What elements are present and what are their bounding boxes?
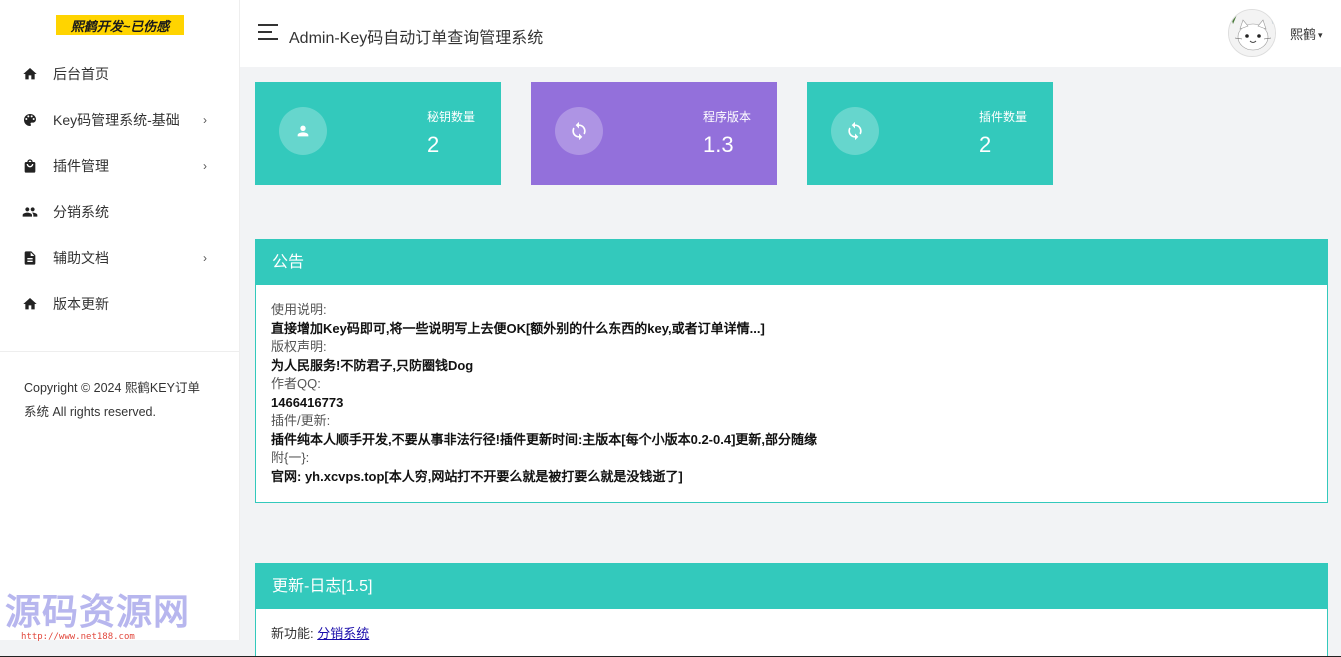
stat-value: 2	[979, 132, 992, 157]
sidebar-item-label: 插件管理	[53, 158, 109, 174]
sidebar-item-label: Key码管理系统-基础	[53, 112, 180, 128]
sidebar-item-label: 版本更新	[53, 296, 109, 312]
sidebar-item-version-update[interactable]: 版本更新	[0, 281, 240, 327]
changelog-title: 更新-日志[1.5]	[256, 564, 1327, 609]
chevron-right-icon: ›	[203, 251, 207, 265]
stat-value: 2	[427, 132, 440, 157]
palette-icon	[22, 112, 38, 128]
sidebar-item-label: 辅助文档	[53, 250, 109, 266]
sidebar-item-plugins[interactable]: 插件管理 ›	[0, 143, 240, 189]
sidebar-divider	[0, 351, 240, 352]
watermark: 源码资源网 http://www.net188.com	[5, 592, 210, 650]
stat-label: 插件数量	[979, 110, 1028, 124]
distribution-link[interactable]: 分销系统	[317, 626, 369, 641]
sidebar-item-label: 分销系统	[53, 204, 109, 220]
stat-card-keys: 秘钥数量 2	[255, 82, 501, 185]
sidebar-item-dashboard[interactable]: 后台首页	[0, 51, 240, 97]
chevron-right-icon: ›	[203, 159, 207, 173]
bag-icon	[22, 158, 38, 174]
user-menu-button[interactable]: 熙鹤 ▾	[1290, 24, 1323, 43]
refresh-icon	[555, 107, 603, 155]
notice-body: 使用说明: 直接增加Key码即可,将一些说明写上去便OK[额外别的什么东西的ke…	[256, 285, 1327, 502]
page-title: Admin-Key码自动订单查询管理系统	[289, 30, 544, 47]
sidebar-item-distribution[interactable]: 分销系统	[0, 189, 240, 235]
notice-panel: 公告 使用说明: 直接增加Key码即可,将一些说明写上去便OK[额外别的什么东西…	[255, 239, 1328, 503]
document-icon	[22, 250, 38, 266]
watermark-text: 源码资源网	[5, 591, 191, 633]
avatar[interactable]	[1228, 9, 1276, 57]
sidebar: 熙鹤开发~已伤感 后台首页 Key码管理系统-基础 › 插件管理 › 分销系统 …	[0, 0, 240, 640]
refresh-icon	[831, 107, 879, 155]
notice-label: 使用说明:	[271, 302, 327, 317]
brand-logo[interactable]: 熙鹤开发~已伤感	[56, 15, 184, 35]
notice-label: 作者QQ:	[271, 376, 321, 391]
sidebar-nav: 后台首页 Key码管理系统-基础 › 插件管理 › 分销系统 辅助文档 › 版本…	[0, 51, 240, 327]
sidebar-item-label: 后台首页	[53, 66, 109, 82]
notice-value: 插件纯本人顺手开发,不要从事非法行径!插件更新时间:主版本[每个小版本0.2-0…	[271, 431, 818, 447]
user-icon	[279, 107, 327, 155]
changelog-panel: 更新-日志[1.5] 新功能: 分销系统	[255, 563, 1328, 657]
changelog-line: 新功能: 分销系统	[271, 625, 1312, 643]
notice-title: 公告	[256, 240, 1327, 285]
watermark-url: http://www.net188.com	[21, 632, 135, 642]
stat-label: 秘钥数量	[427, 110, 476, 124]
stat-card-version: 程序版本 1.3	[531, 82, 777, 185]
notice-value: 直接增加Key码即可,将一些说明写上去便OK[额外别的什么东西的key,或者订单…	[271, 320, 765, 336]
notice-label: 版权声明:	[271, 339, 327, 354]
notice-label: 附{一}:	[271, 450, 310, 465]
chevron-right-icon: ›	[203, 113, 207, 127]
copyright-line-2: 系统 All rights reserved.	[24, 405, 156, 419]
notice-value: 1466416773	[271, 394, 344, 410]
changelog-label: 新功能:	[271, 626, 318, 641]
caret-down-icon: ▾	[1318, 30, 1323, 41]
stat-label: 程序版本	[703, 110, 752, 124]
home-icon	[22, 296, 38, 312]
stat-value: 1.3	[703, 132, 734, 157]
sidebar-item-docs[interactable]: 辅助文档 ›	[0, 235, 240, 281]
copyright: Copyright © 2024 熙鹤KEY订单 系统 All rights r…	[24, 376, 224, 424]
copyright-line-1: Copyright © 2024 熙鹤KEY订单	[24, 381, 200, 395]
user-name: 熙鹤	[1290, 27, 1317, 42]
sidebar-item-key-management[interactable]: Key码管理系统-基础 ›	[0, 97, 240, 143]
notice-value: 为人民服务!不防君子,只防圈钱Dog	[271, 357, 474, 373]
top-header: Admin-Key码自动订单查询管理系统 熙鹤 ▾	[240, 0, 1341, 67]
people-icon	[22, 204, 38, 220]
changelog-body: 新功能: 分销系统	[256, 609, 1327, 657]
notice-value: 官网: yh.xcvps.top[本人穷,网站打不开要么就是被打要么就是没钱逝了…	[271, 468, 683, 484]
menu-toggle-icon[interactable]	[258, 24, 278, 41]
notice-label: 插件/更新:	[271, 413, 331, 428]
home-icon	[22, 66, 38, 82]
stat-card-plugins: 插件数量 2	[807, 82, 1053, 185]
